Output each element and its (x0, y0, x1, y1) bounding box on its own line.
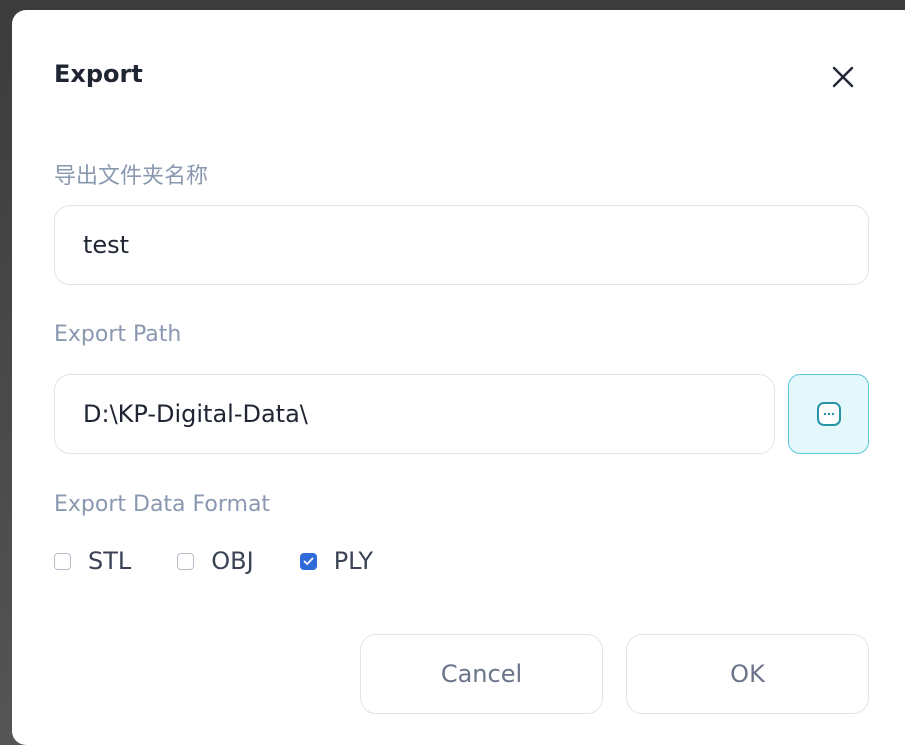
ok-button[interactable]: OK (626, 634, 869, 714)
checkmark-icon (303, 557, 314, 565)
close-icon (832, 66, 854, 88)
more-dots-icon (816, 402, 841, 426)
folder-name-value: test (83, 231, 130, 259)
export-path-label: Export Path (54, 322, 182, 347)
obj-label: OBJ (211, 547, 254, 575)
format-option-ply[interactable]: PLY (299, 547, 374, 575)
dialog-title: Export (54, 60, 143, 88)
folder-name-label: 导出文件夹名称 (54, 164, 209, 189)
format-options: STL OBJ PLY (54, 544, 419, 578)
close-button[interactable] (828, 62, 858, 92)
stl-label: STL (88, 547, 132, 575)
ply-checkbox[interactable] (299, 552, 317, 570)
export-dialog: Export 导出文件夹名称 test Export Path D:\KP-Di… (12, 10, 905, 745)
folder-name-input[interactable]: test (54, 205, 869, 285)
export-path-input[interactable]: D:\KP-Digital-Data\ (54, 374, 775, 454)
format-option-stl[interactable]: STL (54, 547, 131, 575)
cancel-button[interactable]: Cancel (360, 634, 603, 714)
browse-path-button[interactable] (788, 374, 869, 454)
export-path-value: D:\KP-Digital-Data\ (83, 400, 308, 428)
stl-checkbox[interactable] (54, 552, 71, 570)
obj-checkbox[interactable] (177, 552, 195, 570)
ply-label: PLY (333, 547, 374, 575)
export-format-label: Export Data Format (54, 492, 271, 517)
format-option-obj[interactable]: OBJ (177, 547, 254, 575)
